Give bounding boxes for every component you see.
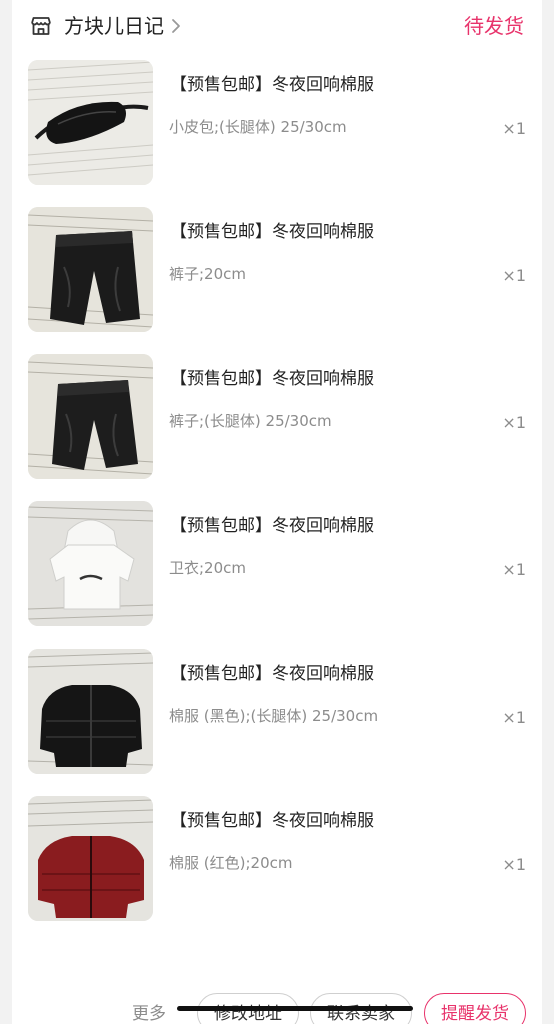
item-spec: 棉服 (红色);20cm	[169, 854, 293, 872]
product-image-black-puffer-jacket[interactable]	[28, 649, 153, 774]
item-quantity: ×1	[502, 119, 526, 138]
store-icon	[31, 17, 51, 35]
item-title: 【预售包邮】冬夜回响棉服	[170, 811, 374, 831]
product-image-black-pants[interactable]	[28, 354, 153, 479]
item-title: 【预售包邮】冬夜回响棉服	[170, 75, 374, 95]
order-item[interactable]: 【预售包邮】冬夜回响棉服 裤子;(长腿体) 25/30cm ×1	[12, 354, 542, 480]
order-card: 方块儿日记 待发货 【预售包邮】冬夜回响棉服 小皮包;(长腿体) 25/30cm…	[12, 0, 542, 1024]
order-item[interactable]: 【预售包邮】冬夜回响棉服 小皮包;(长腿体) 25/30cm ×1	[12, 60, 542, 186]
order-item[interactable]: 【预售包邮】冬夜回响棉服 裤子;20cm ×1	[12, 207, 542, 333]
product-image-white-hoodie[interactable]	[28, 501, 153, 626]
more-button[interactable]: 更多	[132, 1002, 166, 1024]
home-indicator	[177, 1006, 413, 1011]
item-title: 【预售包邮】冬夜回响棉服	[170, 664, 374, 684]
item-quantity: ×1	[502, 855, 526, 874]
item-spec: 卫衣;20cm	[169, 559, 246, 577]
item-title: 【预售包邮】冬夜回响棉服	[170, 516, 374, 536]
item-spec: 小皮包;(长腿体) 25/30cm	[169, 118, 347, 136]
order-item[interactable]: 【预售包邮】冬夜回响棉服 卫衣;20cm ×1	[12, 501, 542, 627]
item-spec: 棉服 (黑色);(长腿体) 25/30cm	[169, 707, 379, 725]
item-quantity: ×1	[502, 708, 526, 727]
order-header: 方块儿日记 待发货	[12, 0, 542, 52]
item-quantity: ×1	[502, 413, 526, 432]
product-image-red-puffer-jacket[interactable]	[28, 796, 153, 921]
product-image-black-pants[interactable]	[28, 207, 153, 332]
item-spec: 裤子;20cm	[169, 265, 246, 283]
item-title: 【预售包邮】冬夜回响棉服	[170, 222, 374, 242]
chevron-right-icon[interactable]	[170, 17, 182, 35]
order-item[interactable]: 【预售包邮】冬夜回响棉服 棉服 (红色);20cm ×1	[12, 796, 542, 922]
item-quantity: ×1	[502, 560, 526, 579]
shop-name[interactable]: 方块儿日记	[64, 12, 164, 40]
order-status: 待发货	[464, 14, 524, 38]
item-spec: 裤子;(长腿体) 25/30cm	[169, 412, 332, 430]
remind-ship-button[interactable]: 提醒发货	[424, 993, 526, 1024]
item-title: 【预售包邮】冬夜回响棉服	[170, 369, 374, 389]
order-item[interactable]: 【预售包邮】冬夜回响棉服 棉服 (黑色);(长腿体) 25/30cm ×1	[12, 649, 542, 775]
product-image-black-waist-bag[interactable]	[28, 60, 153, 185]
item-quantity: ×1	[502, 266, 526, 285]
